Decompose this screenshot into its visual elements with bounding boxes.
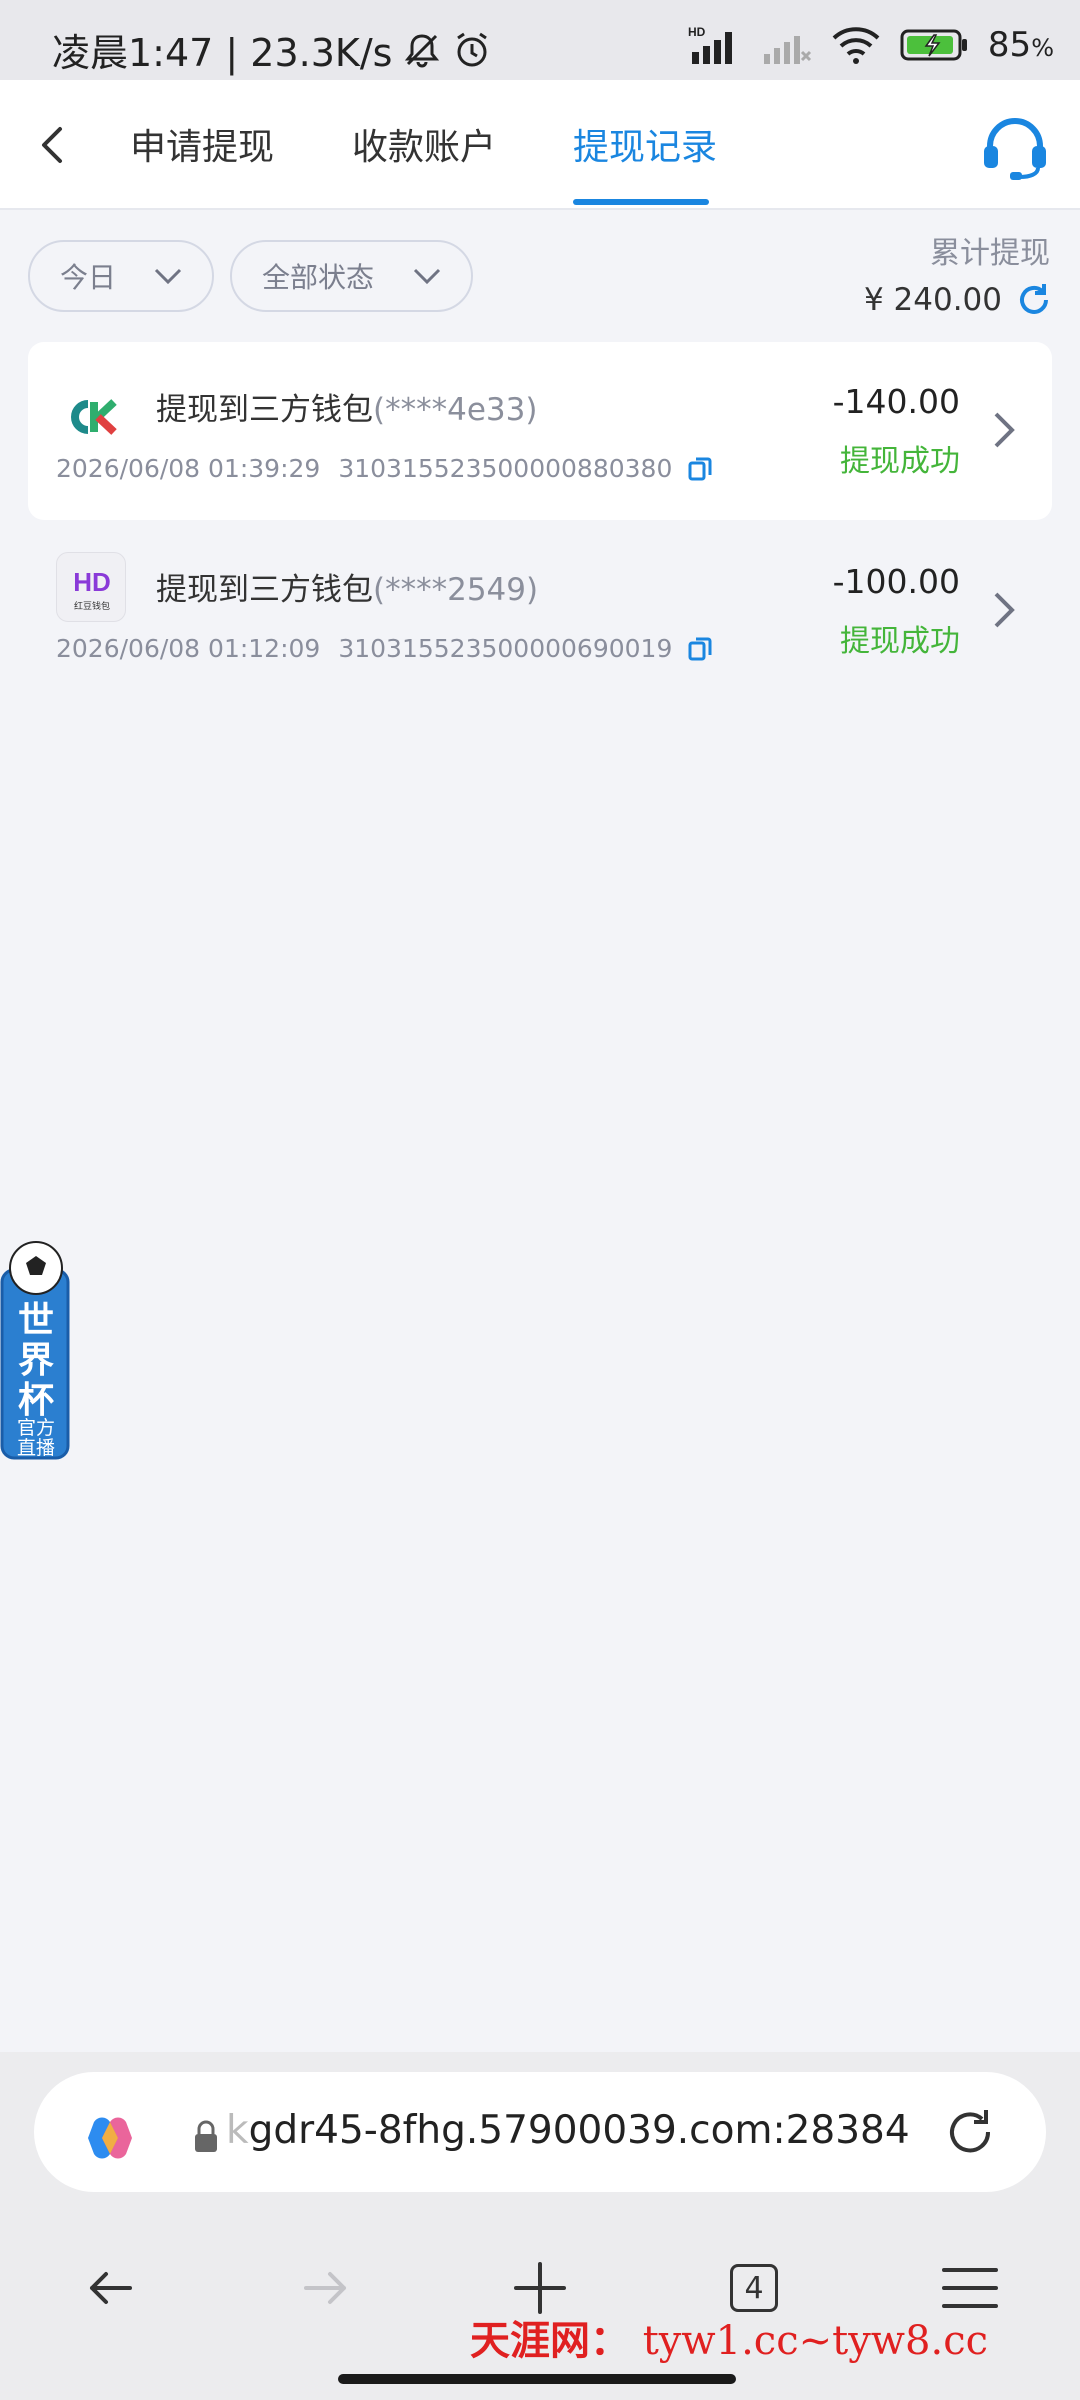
badge-sub-2: 直播 xyxy=(17,1437,55,1459)
url-prefix: k xyxy=(226,2108,249,2153)
battery-unit: % xyxy=(1031,34,1054,62)
url-value: gdr45-8fhg.57900039.com:28384 xyxy=(248,2108,910,2153)
tab-payment-account[interactable]: 收款账户 xyxy=(352,118,496,170)
status-filter-dropdown[interactable]: 全部状态 xyxy=(230,240,473,312)
mute-bell-icon xyxy=(405,33,440,67)
chevron-right-icon xyxy=(994,412,1015,448)
top-nav: 申请提现 收款账户 提现记录 xyxy=(0,80,1080,210)
battery-icon xyxy=(900,29,967,61)
back-arrow-icon[interactable] xyxy=(24,115,84,175)
hd-logo-caption: 红豆钱包 xyxy=(74,600,110,612)
chevron-down-icon xyxy=(413,268,441,285)
tab-apply-withdraw[interactable]: 申请提现 xyxy=(130,118,274,170)
record-meta: 2026/06/08 01:39:29 31031552350000088038… xyxy=(56,454,714,483)
copy-icon[interactable] xyxy=(686,455,714,483)
chevron-down-icon xyxy=(154,268,182,285)
record-title: 提现到三方钱包(****2549) xyxy=(156,564,538,609)
copilot-logo-icon[interactable] xyxy=(80,2108,140,2168)
url-text[interactable]: kgdr45-8fhg.57900039.com:28384 xyxy=(226,2108,910,2153)
badge-char-1: 世 xyxy=(18,1300,54,1341)
wifi-icon xyxy=(832,27,880,64)
network-label: HD xyxy=(688,25,706,39)
record-masked-account: (****4e33) xyxy=(373,392,538,428)
record-order-no: 310315523500000880380 xyxy=(338,454,673,483)
record-item[interactable]: 提现到三方钱包(****4e33) 2026/06/08 01:39:29 31… xyxy=(28,342,1052,520)
home-indicator[interactable] xyxy=(338,2374,736,2384)
watermark-urls: tyw1.cc~tyw8.cc xyxy=(642,2318,988,2364)
battery-value: 85 xyxy=(987,25,1032,65)
record-datetime: 2026/06/08 01:39:29 xyxy=(56,454,321,483)
status-left: 凌晨1:47 | 23.3K/s xyxy=(52,22,492,77)
tab-count: 4 xyxy=(730,2264,778,2312)
record-title-text: 提现到三方钱包 xyxy=(156,392,373,428)
chevron-right-icon xyxy=(994,592,1015,628)
badge-char-3: 杯 xyxy=(18,1380,54,1421)
record-title-text: 提现到三方钱包 xyxy=(156,572,373,608)
refresh-icon[interactable] xyxy=(1016,282,1052,318)
back-nav-icon[interactable] xyxy=(74,2252,146,2324)
record-status: 提现成功 xyxy=(840,444,960,479)
lock-icon xyxy=(195,2120,217,2152)
record-status: 提现成功 xyxy=(840,624,960,659)
alarm-icon xyxy=(457,32,488,66)
ck-wallet-logo xyxy=(56,382,126,452)
badge-char-2: 界 xyxy=(18,1340,54,1381)
signal-weak-icon xyxy=(763,36,811,64)
record-masked-account: (****2549) xyxy=(373,572,539,608)
copy-icon[interactable] xyxy=(686,635,714,663)
record-datetime: 2026/06/08 01:12:09 xyxy=(56,634,321,663)
svg-text:HD: HD xyxy=(73,567,111,597)
active-tab-indicator xyxy=(573,199,709,205)
record-order-no: 310315523500000690019 xyxy=(338,634,673,663)
status-bar: 凌晨1:47 | 23.3K/s HD 85% xyxy=(0,0,1080,80)
badge-sub-1: 官方 xyxy=(17,1417,55,1439)
status-filter-label: 全部状态 xyxy=(262,261,375,294)
record-item[interactable]: HD 红豆钱包 提现到三方钱包(****2549) 2026/06/08 01:… xyxy=(28,522,1052,700)
hd-wallet-logo: HD 红豆钱包 xyxy=(56,552,126,622)
signal-icon: HD xyxy=(688,25,732,64)
status-time-speed: 凌晨1:47 | 23.3K/s xyxy=(52,31,393,75)
tab-withdraw-records[interactable]: 提现记录 xyxy=(573,118,717,170)
date-filter-label: 今日 xyxy=(60,261,117,294)
status-right: HD 85% xyxy=(688,24,1054,66)
record-meta: 2026/06/08 01:12:09 31031552350000069001… xyxy=(56,634,714,663)
total-withdraw-value: ¥ 240.00 xyxy=(863,282,1002,318)
reload-icon[interactable] xyxy=(940,2102,1000,2162)
total-withdraw-label: 累计提现 xyxy=(930,236,1050,271)
hd-logo-mark: HD 红豆钱包 xyxy=(73,567,111,612)
date-filter-dropdown[interactable]: 今日 xyxy=(28,240,214,312)
total-withdraw: ¥ 240.00 xyxy=(864,282,1052,318)
forward-nav-icon[interactable] xyxy=(290,2252,362,2324)
record-amount: -100.00 xyxy=(832,562,960,601)
record-amount: -140.00 xyxy=(832,382,960,421)
record-title: 提现到三方钱包(****4e33) xyxy=(156,384,537,429)
battery-percent: 85% xyxy=(988,25,1054,65)
customer-service-icon[interactable] xyxy=(980,116,1050,180)
watermark: 天涯网： tyw1.cc~tyw8.cc xyxy=(470,2308,988,2366)
world-cup-live-badge[interactable]: 世 界 杯 官方 直播 xyxy=(0,1240,72,1460)
watermark-site-name: 天涯网： xyxy=(470,2317,630,2364)
